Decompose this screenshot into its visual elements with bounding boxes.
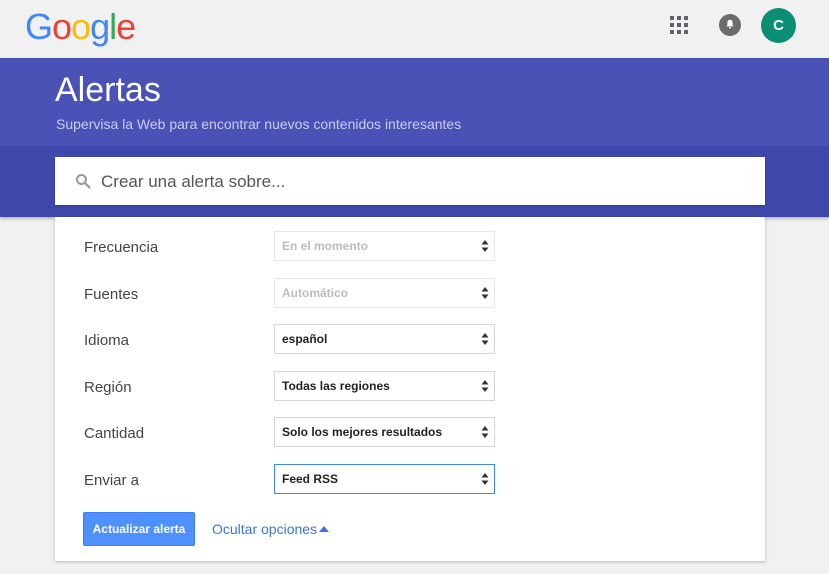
option-row-language: Idioma español xyxy=(55,324,765,356)
option-row-sources: Fuentes Automático xyxy=(55,278,765,310)
grid-apps-icon[interactable] xyxy=(670,16,690,36)
search-icon xyxy=(76,174,91,189)
deliver-to-select[interactable]: Feed RSS xyxy=(274,464,495,494)
logo-letter: l xyxy=(109,6,117,47)
option-label: Idioma xyxy=(84,332,130,349)
logo-letter: o xyxy=(71,6,91,47)
option-row-region: Región Todas las regiones xyxy=(55,371,765,403)
search-input[interactable] xyxy=(99,169,743,195)
option-label: Cantidad xyxy=(84,425,145,442)
option-row-deliver-to: Enviar a Feed RSS xyxy=(55,464,765,496)
select-value: Solo los mejores resultados xyxy=(282,425,443,439)
update-alert-button[interactable]: Actualizar alerta xyxy=(83,512,195,546)
select-arrows-icon xyxy=(481,333,489,345)
avatar[interactable]: C xyxy=(761,8,796,43)
region-select[interactable]: Todas las regiones xyxy=(274,371,495,401)
select-value: En el momento xyxy=(282,239,369,253)
select-value: Automático xyxy=(282,286,348,300)
select-value: español xyxy=(282,332,328,346)
select-value: Feed RSS xyxy=(282,472,339,486)
logo-letter: G xyxy=(25,6,53,47)
page-subtitle: Supervisa la Web para encontrar nuevos c… xyxy=(56,116,462,132)
select-arrows-icon xyxy=(481,426,489,438)
logo-letter: o xyxy=(52,6,72,47)
option-label: Fuentes xyxy=(84,286,139,303)
top-bar: Google C xyxy=(0,0,829,58)
bell-glyph-icon xyxy=(726,19,734,29)
logo-letter: g xyxy=(90,6,110,47)
select-arrows-icon xyxy=(481,287,489,299)
option-row-frequency: Frecuencia En el momento xyxy=(55,231,765,263)
logo-letter: e xyxy=(116,6,136,47)
google-logo[interactable]: Google xyxy=(25,6,136,48)
select-arrows-icon xyxy=(481,240,489,252)
frequency-select[interactable]: En el momento xyxy=(274,231,495,261)
quantity-select[interactable]: Solo los mejores resultados xyxy=(274,417,495,447)
sources-select[interactable]: Automático xyxy=(274,278,495,308)
bell-icon[interactable] xyxy=(719,14,741,36)
caret-up-icon[interactable] xyxy=(319,526,329,532)
option-label: Región xyxy=(84,379,132,396)
option-label: Enviar a xyxy=(84,472,140,489)
language-select[interactable]: español xyxy=(274,324,495,354)
page-title: Alertas xyxy=(55,71,161,109)
option-row-quantity: Cantidad Solo los mejores resultados xyxy=(55,417,765,449)
select-arrows-icon xyxy=(481,473,489,485)
options-card: Frecuencia En el momento Fuentes Automát… xyxy=(55,217,765,561)
search-box[interactable] xyxy=(55,157,765,205)
hide-options-link[interactable]: Ocultar opciones xyxy=(212,521,317,537)
select-value: Todas las regiones xyxy=(282,379,390,393)
option-label: Frecuencia xyxy=(84,239,159,256)
select-arrows-icon xyxy=(481,380,489,392)
